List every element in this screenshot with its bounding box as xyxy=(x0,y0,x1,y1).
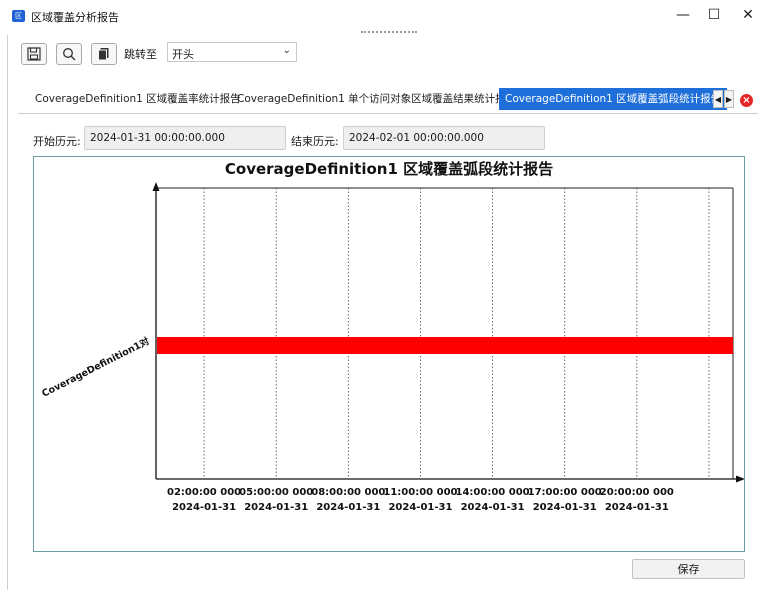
tab-scroll-left-icon[interactable]: ◀ xyxy=(713,90,723,108)
x-tick-date-label: 2024-01-31 xyxy=(244,502,308,513)
title-bar: 区域 区域覆盖分析报告 — ☐ ✕ xyxy=(0,0,758,32)
x-tick-date-label: 2024-01-31 xyxy=(388,502,452,513)
y-category-label: CoverageDefinition1对 xyxy=(40,335,152,400)
jump-label: 跳转至 xyxy=(124,48,157,61)
tab-scroll-right-icon[interactable]: ▶ xyxy=(724,90,734,108)
x-tick-time-label: 05:00:00 000 xyxy=(239,487,313,498)
tab-single-object-coverage[interactable]: CoverageDefinition1 单个访问对象区域覆盖结果统计报告 xyxy=(231,88,522,110)
x-tick-date-label: 2024-01-31 xyxy=(172,502,236,513)
jump-select[interactable]: 开头 ⌄ xyxy=(167,42,297,62)
start-epoch-field[interactable]: 2024-01-31 00:00:00.000 xyxy=(84,126,286,150)
jump-select-value: 开头 xyxy=(172,48,194,61)
save-icon xyxy=(27,47,41,61)
pages-icon xyxy=(98,48,109,61)
x-tick-date-label: 2024-01-31 xyxy=(533,502,597,513)
tab-coverage-arc[interactable]: CoverageDefinition1 区域覆盖弧段统计报告 xyxy=(499,88,728,110)
maximize-button[interactable]: ☐ xyxy=(699,4,729,26)
x-tick-time-label: 11:00:00 000 xyxy=(383,487,457,498)
x-tick-date-label: 2024-01-31 xyxy=(316,502,380,513)
start-epoch-label: 开始历元: xyxy=(33,135,81,148)
tab-coverage-rate[interactable]: CoverageDefinition1 区域覆盖率统计报告 xyxy=(29,88,247,110)
x-axis-arrow xyxy=(736,475,744,483)
x-tick-time-label: 08:00:00 000 xyxy=(311,487,385,498)
save-button[interactable]: 保存 xyxy=(632,559,745,579)
close-button[interactable]: ✕ xyxy=(733,4,758,26)
search-toolbar-button[interactable] xyxy=(56,43,82,65)
x-tick-time-label: 20:00:00 000 xyxy=(600,487,674,498)
chevron-down-icon: ⌄ xyxy=(282,45,291,56)
chart-title: CoverageDefinition1 区域覆盖弧段统计报告 xyxy=(225,160,553,178)
x-tick-date-label: 2024-01-31 xyxy=(461,502,525,513)
pages-toolbar-button[interactable] xyxy=(91,43,117,65)
y-axis-arrow xyxy=(152,182,160,191)
coverage-bar xyxy=(157,337,733,354)
save-toolbar-button[interactable] xyxy=(21,43,47,65)
app-logo-icon: 区域 xyxy=(12,10,25,32)
tab-scroll-controls: ◀ ▶ xyxy=(713,90,734,108)
start-epoch-value: 2024-01-31 00:00:00.000 xyxy=(90,132,225,144)
x-tick-time-label: 14:00:00 000 xyxy=(456,487,530,498)
coverage-arc-chart: CoverageDefinition1 区域覆盖弧段统计报告 02:00:00 0… xyxy=(40,160,744,513)
left-divider xyxy=(7,35,8,590)
close-tab-icon[interactable]: × xyxy=(740,94,753,107)
end-epoch-field[interactable]: 2024-02-01 00:00:00.000 xyxy=(343,126,545,150)
drag-grip-handle[interactable] xyxy=(361,31,417,35)
end-epoch-label: 结束历元: xyxy=(291,135,339,148)
x-tick-time-label: 17:00:00 000 xyxy=(528,487,602,498)
minimize-button[interactable]: — xyxy=(668,4,698,26)
window-title: 区域覆盖分析报告 xyxy=(31,11,119,24)
end-epoch-value: 2024-02-01 00:00:00.000 xyxy=(349,132,484,144)
x-tick-time-label: 02:00:00 000 xyxy=(167,487,241,498)
x-tick-date-label: 2024-01-31 xyxy=(605,502,669,513)
search-icon xyxy=(63,48,76,61)
chart-panel: CoverageDefinition1 区域覆盖弧段统计报告 02:00:00 0… xyxy=(33,156,745,552)
